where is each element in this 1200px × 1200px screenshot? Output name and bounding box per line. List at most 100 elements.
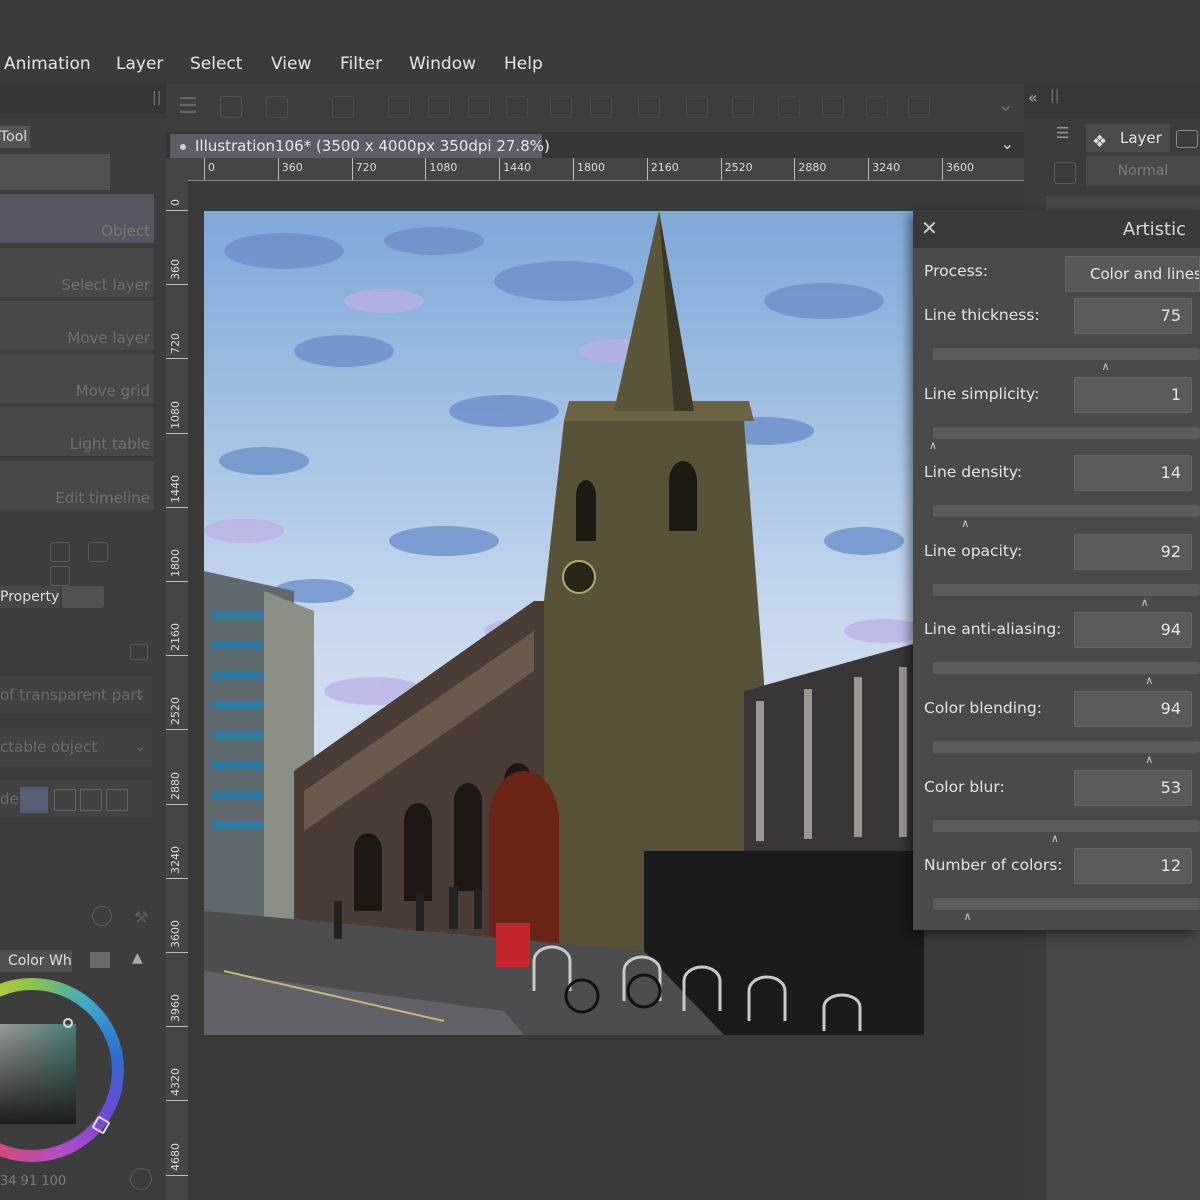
tab-layer[interactable]: ❖ Layer: [1086, 124, 1170, 152]
process-select[interactable]: Color and lines: [1065, 256, 1200, 292]
updown-icon[interactable]: [298, 96, 320, 118]
color-blur-slider[interactable]: [933, 819, 1200, 832]
subtool-light-table[interactable]: Light table: [0, 407, 154, 457]
mode-option-1[interactable]: [20, 787, 48, 813]
line-anti-aliasing-field[interactable]: 94: [1074, 612, 1192, 649]
chevron-down-icon[interactable]: ⌄: [997, 92, 1014, 116]
panel-grip-icon[interactable]: ||: [152, 90, 161, 106]
line-density-slider-thumb[interactable]: ∧: [961, 518, 969, 529]
menu-help[interactable]: Help: [504, 54, 543, 74]
color-palette-icon[interactable]: [90, 952, 110, 968]
lock-icon[interactable]: [130, 644, 148, 660]
frame-icon[interactable]: [908, 96, 930, 118]
tool-selector[interactable]: [0, 154, 110, 190]
save-icon[interactable]: [468, 96, 490, 118]
stamp-icon[interactable]: [332, 96, 354, 118]
number-of-colors-field[interactable]: 12: [1074, 848, 1192, 885]
collapse-icon[interactable]: «: [1028, 88, 1038, 107]
vertical-ruler[interactable]: 0 360 720 1080 1440 1800 2160 2520 2880 3240 3600 3…: [166, 180, 189, 1200]
sv-knob[interactable]: [63, 1018, 73, 1028]
menu-icon[interactable]: ☰: [178, 94, 198, 119]
layer-property-icon[interactable]: [1176, 130, 1198, 148]
menu-animation[interactable]: Animation: [4, 54, 91, 74]
horizontal-ruler[interactable]: 0 360 720 1080 1440 1800 2160 2520 2880 3240 3600: [188, 158, 1024, 181]
ruler-tick: [166, 803, 188, 805]
tab-list-chevron-icon[interactable]: ⌄: [1001, 134, 1014, 153]
download-icon[interactable]: [50, 542, 70, 562]
deselect-icon[interactable]: [778, 96, 800, 118]
line-thickness-field[interactable]: 75: [1074, 298, 1192, 334]
menu-layer[interactable]: Layer: [116, 54, 163, 74]
crop-icon[interactable]: [822, 96, 844, 118]
resize-icon[interactable]: [220, 96, 242, 118]
line-anti-aliasing-slider-thumb[interactable]: ∧: [1145, 675, 1153, 686]
subtool-edit-timeline[interactable]: Edit timeline: [0, 461, 154, 511]
layer-option-icon[interactable]: [1054, 162, 1076, 184]
undo-icon[interactable]: [550, 96, 572, 118]
menu-select[interactable]: Select: [190, 54, 242, 74]
ruler-label: 1800: [577, 161, 605, 174]
layer-tab-label: Layer: [1120, 129, 1162, 147]
mode-option-4[interactable]: [106, 789, 128, 811]
number-of-colors-slider-thumb[interactable]: ∧: [964, 911, 972, 922]
mode-option-3[interactable]: [80, 789, 102, 811]
document-tab[interactable]: Illustration106* (3500 x 4000px 350dpi 2…: [170, 134, 550, 158]
ruler-label: 2520: [724, 161, 753, 174]
line-opacity-slider-thumb[interactable]: ∧: [1141, 597, 1149, 608]
color-blending-slider-thumb[interactable]: ∧: [1145, 754, 1153, 765]
fill-icon[interactable]: [686, 96, 708, 118]
tab-tool[interactable]: Tool: [0, 126, 30, 148]
wrench-icon[interactable]: ⚒: [134, 908, 148, 927]
subtool-object[interactable]: Object: [0, 194, 154, 244]
color-blending-slider[interactable]: [933, 741, 1200, 753]
color-mountain-icon[interactable]: ▲: [132, 950, 143, 966]
close-icon[interactable]: ✕: [921, 218, 938, 238]
folder-icon[interactable]: [428, 96, 450, 118]
line-anti-aliasing-slider[interactable]: [933, 662, 1200, 675]
line-simplicity-field[interactable]: 1: [1074, 376, 1192, 413]
menu-window[interactable]: Window: [409, 54, 476, 74]
color-settings-icon[interactable]: [130, 1168, 152, 1190]
hamburger-icon[interactable]: ☰: [1056, 124, 1069, 142]
color-blur-field[interactable]: 53: [1074, 769, 1192, 806]
ruler-tick: [499, 158, 501, 180]
property-selectable-object[interactable]: ctable object ⌄: [0, 728, 152, 766]
line-opacity-field[interactable]: 92: [1074, 533, 1192, 570]
line-simplicity-slider[interactable]: [933, 426, 1200, 439]
panel-grip-icon[interactable]: ||: [1050, 88, 1059, 104]
line-density-slider[interactable]: [933, 505, 1200, 518]
artwork-image[interactable]: [204, 211, 924, 1035]
arrows-icon[interactable]: [506, 96, 528, 118]
line-thickness-slider[interactable]: [933, 348, 1200, 360]
redo-icon[interactable]: [590, 96, 612, 118]
duplicate-icon[interactable]: [88, 542, 108, 562]
saturation-value-square[interactable]: [0, 1024, 76, 1124]
color-blur-slider-thumb[interactable]: ∧: [1051, 833, 1059, 844]
tab-property[interactable]: Property: [0, 586, 60, 608]
subtool-move-layer[interactable]: Move layer: [0, 301, 154, 351]
number-of-colors-label: Number of colors:: [924, 856, 1063, 875]
property-extra-tab[interactable]: [62, 586, 104, 608]
property-transparent-part[interactable]: of transparent part ⌄: [0, 676, 152, 714]
subtool-select-layer[interactable]: Select layer: [0, 248, 154, 298]
line-density-field[interactable]: 14: [1074, 455, 1192, 492]
reset-icon[interactable]: [92, 906, 112, 926]
color-blending-field[interactable]: 94: [1074, 691, 1192, 727]
mode-option-2[interactable]: [54, 789, 76, 811]
line-simplicity-slider-thumb[interactable]: ∧: [929, 440, 937, 451]
transform-icon[interactable]: [732, 96, 754, 118]
blend-mode-select[interactable]: Normal: [1086, 156, 1200, 186]
tab-color-wheel[interactable]: Color Wh: [0, 950, 72, 972]
layer-toolbar-icon[interactable]: [266, 96, 288, 118]
menu-filter[interactable]: Filter: [340, 54, 382, 74]
line-thickness-slider-thumb[interactable]: ∧: [1102, 361, 1110, 372]
menu-view[interactable]: View: [271, 54, 311, 74]
line-opacity-slider[interactable]: [933, 583, 1200, 596]
subtool-move-grid[interactable]: Move grid: [0, 354, 154, 404]
number-of-colors-slider[interactable]: [933, 898, 1200, 911]
trash-icon[interactable]: [50, 566, 70, 586]
ruler-tick: [166, 1100, 188, 1102]
search-icon[interactable]: [388, 96, 410, 118]
pen-icon[interactable]: [866, 96, 888, 118]
clear-icon[interactable]: [638, 96, 660, 118]
